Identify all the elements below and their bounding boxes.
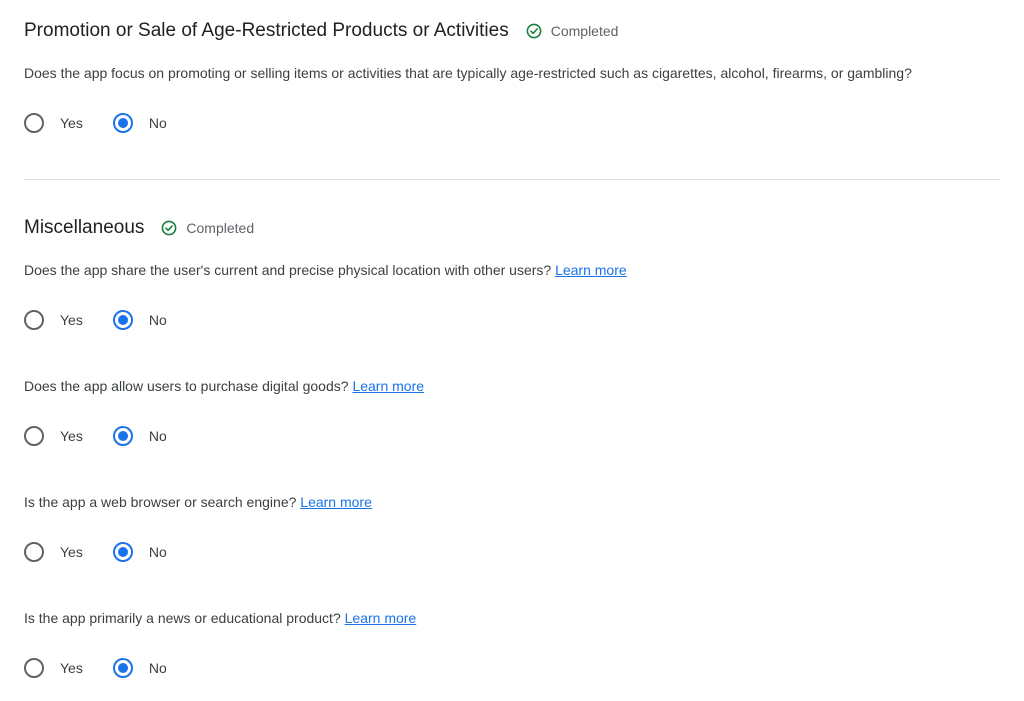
question-text: Does the app focus on promoting or selli… <box>24 65 912 81</box>
question-text: Does the app allow users to purchase dig… <box>24 378 424 394</box>
check-circle-icon <box>526 23 542 39</box>
check-circle-icon <box>162 220 177 236</box>
radio-label-yes[interactable]: Yes <box>60 312 83 328</box>
radio-button-yes[interactable] <box>24 542 44 562</box>
radio-label-yes[interactable]: Yes <box>60 660 83 676</box>
radio-option-yes[interactable]: Yes <box>24 310 83 330</box>
radio-label-no[interactable]: No <box>149 660 167 676</box>
radio-button-yes[interactable] <box>24 310 44 330</box>
status-text: Completed <box>550 23 619 39</box>
radio-button-no[interactable] <box>112 113 133 133</box>
question-text: Is the app primarily a news or education… <box>24 610 416 626</box>
question-label: Is the app primarily a news or education… <box>24 610 341 626</box>
radio-label-no[interactable]: No <box>149 312 167 328</box>
section-header: Promotion or Sale of Age-Restricted Prod… <box>24 17 1000 45</box>
learn-more-link[interactable]: Learn more <box>300 494 372 510</box>
question-label: Does the app focus on promoting or selli… <box>24 65 912 81</box>
radio-option-no[interactable]: No <box>112 542 167 562</box>
radio-option-no[interactable]: No <box>112 113 167 133</box>
radio-button-yes[interactable] <box>24 113 44 133</box>
question-label: Does the app allow users to purchase dig… <box>24 378 349 394</box>
radio-button-yes[interactable] <box>24 658 44 678</box>
radio-option-no[interactable]: No <box>112 310 167 330</box>
section-age-restricted: Promotion or Sale of Age-Restricted Prod… <box>24 17 1000 133</box>
question-label: Does the app share the user's current an… <box>24 262 552 278</box>
radio-button-yes[interactable] <box>24 426 44 446</box>
section-title: Promotion or Sale of Age-Restricted Prod… <box>24 20 509 41</box>
radio-group: Yes No <box>24 656 167 680</box>
question-label: Is the app a web browser or search engin… <box>24 494 297 510</box>
radio-option-yes[interactable]: Yes <box>24 542 83 562</box>
radio-button-no[interactable] <box>112 542 133 562</box>
radio-button-no[interactable] <box>112 426 133 446</box>
section-header: Miscellaneous Completed <box>24 214 1000 242</box>
radio-option-yes[interactable]: Yes <box>24 426 83 446</box>
section-divider <box>24 179 1000 180</box>
learn-more-link[interactable]: Learn more <box>345 610 417 626</box>
radio-label-yes[interactable]: Yes <box>60 544 83 560</box>
section-miscellaneous: Miscellaneous Completed Does the app sha… <box>24 214 1000 678</box>
learn-more-link[interactable]: Learn more <box>352 378 424 394</box>
radio-label-yes[interactable]: Yes <box>60 115 83 131</box>
radio-group: Yes No <box>24 540 167 564</box>
section-title: Miscellaneous <box>24 217 145 238</box>
radio-label-no[interactable]: No <box>149 115 167 131</box>
radio-option-no[interactable]: No <box>112 426 167 446</box>
question-text: Is the app a web browser or search engin… <box>24 494 372 510</box>
radio-group: Yes No <box>24 111 167 135</box>
question-text: Does the app share the user's current an… <box>24 262 627 278</box>
radio-label-no[interactable]: No <box>149 544 167 560</box>
radio-label-yes[interactable]: Yes <box>60 428 83 444</box>
radio-group: Yes No <box>24 308 167 332</box>
radio-option-yes[interactable]: Yes <box>24 113 83 133</box>
radio-group: Yes No <box>24 424 167 448</box>
status-text: Completed <box>186 220 255 236</box>
radio-button-no[interactable] <box>112 658 133 678</box>
radio-option-yes[interactable]: Yes <box>24 658 83 678</box>
status-badge: Completed <box>526 23 619 39</box>
radio-button-no[interactable] <box>112 310 133 330</box>
status-badge: Completed <box>161 220 254 236</box>
radio-label-no[interactable]: No <box>149 428 167 444</box>
learn-more-link[interactable]: Learn more <box>555 262 627 278</box>
radio-option-no[interactable]: No <box>112 658 167 678</box>
